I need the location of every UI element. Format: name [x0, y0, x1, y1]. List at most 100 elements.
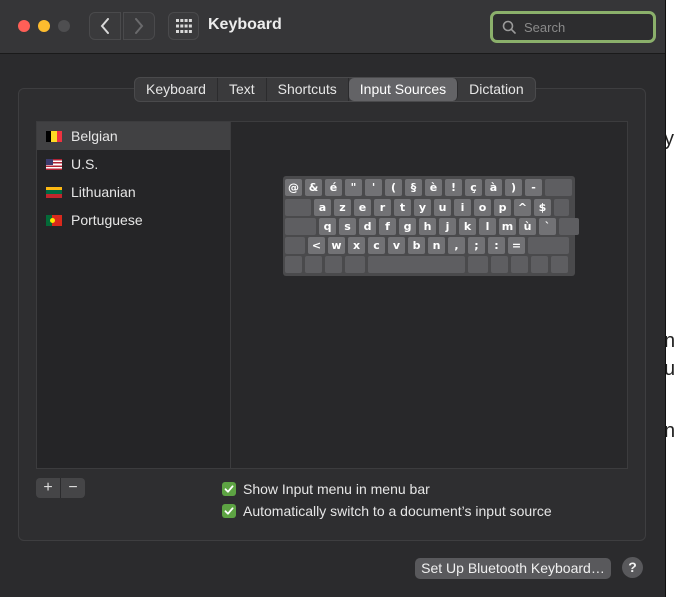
list-item-label: Lithuanian: [71, 184, 136, 200]
key-control: [305, 256, 322, 273]
key-command: [345, 256, 365, 273]
key: b: [408, 237, 425, 254]
chevron-left-icon: [100, 18, 109, 34]
key: k: [459, 218, 476, 235]
key: $: [534, 199, 551, 216]
us-flag-icon: [46, 158, 62, 170]
key-return: [554, 199, 569, 216]
minimize-window-button[interactable]: [38, 20, 50, 32]
key: z: [334, 199, 351, 216]
key: (: [385, 179, 402, 196]
key: p: [494, 199, 511, 216]
key: ,: [448, 237, 465, 254]
remove-input-source-button[interactable]: −: [61, 478, 85, 498]
key: ;: [468, 237, 485, 254]
key: c: [368, 237, 385, 254]
grid-icon: [175, 19, 192, 33]
title-bar: Keyboard: [0, 0, 665, 54]
key-arrow-right: [551, 256, 568, 273]
key: ^: [514, 199, 531, 216]
auto-switch-checkbox[interactable]: [222, 504, 236, 518]
add-remove-control: + −: [36, 478, 85, 498]
back-button[interactable]: [89, 12, 121, 40]
help-button[interactable]: ?: [622, 557, 643, 578]
tab-dictation[interactable]: Dictation: [458, 78, 534, 101]
key: ): [505, 179, 522, 196]
keyboard-layout-preview: @ & é " ' ( § è ! ç à ) - a z e r t y u …: [283, 176, 579, 276]
list-item-us[interactable]: U.S.: [37, 150, 230, 178]
key-shift-right: [528, 237, 569, 254]
key: x: [348, 237, 365, 254]
search-field[interactable]: [490, 11, 656, 43]
list-item-lithuanian[interactable]: Lithuanian: [37, 178, 230, 206]
key: q: [319, 218, 336, 235]
key: =: [508, 237, 525, 254]
checkmark-icon: [224, 485, 234, 493]
tab-input-sources[interactable]: Input Sources: [348, 78, 459, 101]
list-item-belgian[interactable]: Belgian: [37, 122, 230, 150]
show-all-button[interactable]: [168, 12, 199, 40]
list-item-label: U.S.: [71, 156, 99, 172]
list-item-label: Portuguese: [71, 212, 143, 228]
key: o: [474, 199, 491, 216]
key-space: [368, 256, 465, 273]
key: @: [285, 179, 302, 196]
tab-text[interactable]: Text: [218, 78, 267, 101]
key: è: [425, 179, 442, 196]
key: !: [445, 179, 462, 196]
tab-shortcuts[interactable]: Shortcuts: [267, 78, 349, 101]
key: a: [314, 199, 331, 216]
lithuania-flag-icon: [46, 186, 62, 198]
key: e: [354, 199, 371, 216]
forward-button[interactable]: [123, 12, 155, 40]
key: h: [419, 218, 436, 235]
input-sources-list[interactable]: Belgian U.S. Lithuanian Portuguese: [36, 121, 231, 469]
tab-bar: Keyboard Text Shortcuts Input Sources Di…: [134, 77, 536, 102]
key: ç: [465, 179, 482, 196]
list-item-portuguese[interactable]: Portuguese: [37, 206, 230, 234]
key-delete: [545, 179, 572, 196]
close-window-button[interactable]: [18, 20, 30, 32]
key-option: [491, 256, 508, 273]
key: é: [325, 179, 342, 196]
key: y: [414, 199, 431, 216]
tab-keyboard[interactable]: Keyboard: [135, 78, 218, 101]
key-shift-left: [285, 237, 305, 254]
key-arrow-up-down: [531, 256, 548, 273]
key: ù: [519, 218, 536, 235]
search-icon: [502, 20, 516, 34]
checkbox-label: Show Input menu in menu bar: [243, 481, 430, 497]
key: ': [365, 179, 382, 196]
checkmark-icon: [224, 507, 234, 515]
show-input-menu-checkbox[interactable]: [222, 482, 236, 496]
key: f: [379, 218, 396, 235]
key: -: [525, 179, 542, 196]
add-input-source-button[interactable]: +: [36, 478, 60, 498]
key: r: [374, 199, 391, 216]
key-caps-lock: [285, 218, 316, 235]
key-command: [468, 256, 488, 273]
key: s: [339, 218, 356, 235]
auto-switch-input-source-option[interactable]: Automatically switch to a document’s inp…: [222, 503, 552, 519]
key: i: [454, 199, 471, 216]
key: m: [499, 218, 516, 235]
key: :: [488, 237, 505, 254]
key: &: [305, 179, 322, 196]
checkbox-label: Automatically switch to a document’s inp…: [243, 503, 552, 519]
chevron-right-icon: [135, 18, 144, 34]
key-option: [325, 256, 342, 273]
show-input-menu-option[interactable]: Show Input menu in menu bar: [222, 481, 430, 497]
key: §: [405, 179, 422, 196]
belgium-flag-icon: [46, 130, 62, 142]
key: u: [434, 199, 451, 216]
portugal-flag-icon: [46, 214, 62, 226]
search-input[interactable]: [522, 18, 646, 36]
setup-bluetooth-keyboard-button[interactable]: Set Up Bluetooth Keyboard…: [415, 558, 611, 579]
key: t: [394, 199, 411, 216]
key: d: [359, 218, 376, 235]
key: j: [439, 218, 456, 235]
zoom-window-button[interactable]: [58, 20, 70, 32]
key: l: [479, 218, 496, 235]
key: w: [328, 237, 345, 254]
window-title: Keyboard: [208, 16, 282, 33]
